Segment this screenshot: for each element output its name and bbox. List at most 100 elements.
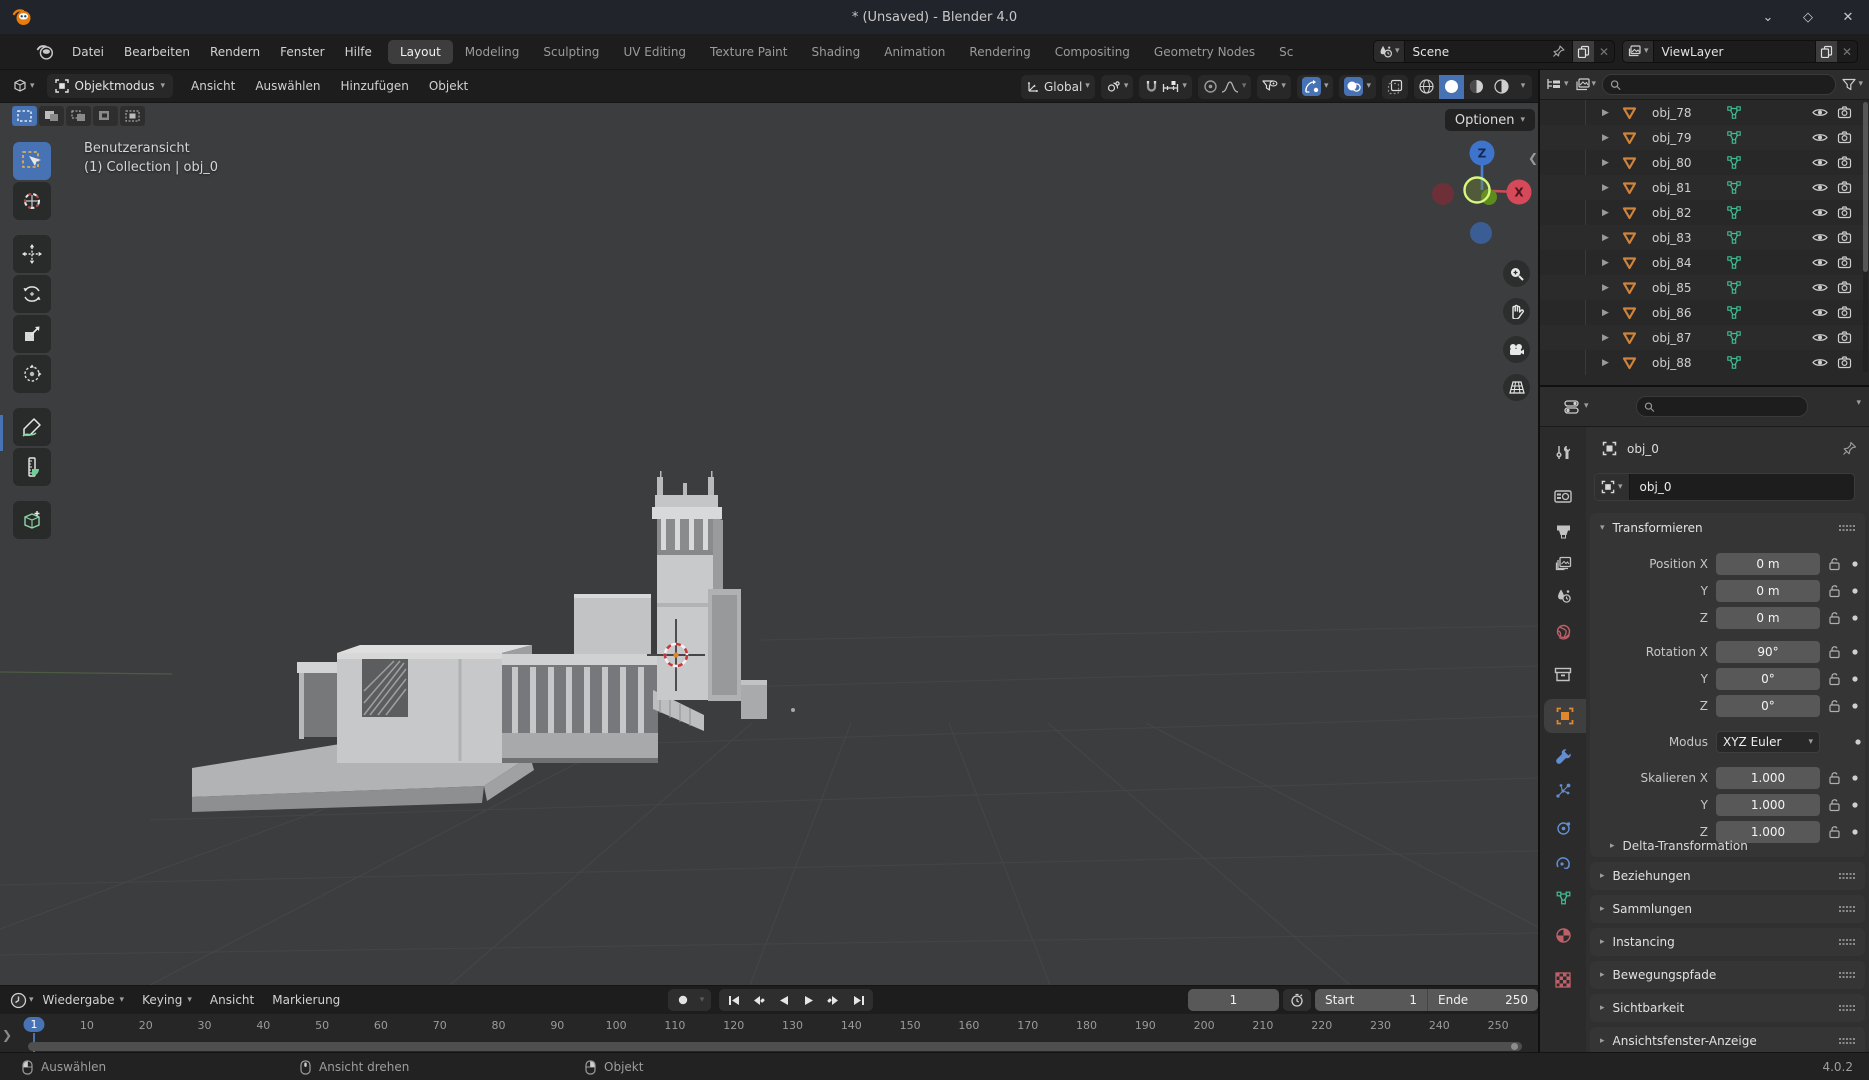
mesh-data-icon[interactable] <box>1726 180 1742 195</box>
viewlayer-copy-button[interactable] <box>1815 41 1837 62</box>
region-expand-arrow[interactable]: ❯ <box>2 1028 12 1042</box>
scene-icon[interactable]: ▾ <box>1374 41 1405 62</box>
expand-arrow-icon[interactable]: ▶ <box>1602 258 1609 268</box>
jump-to-start-button[interactable] <box>721 989 746 1011</box>
collapsed-panel[interactable]: ▸ Sichtbarkeit <box>1590 994 1865 1022</box>
expand-arrow-icon[interactable]: ▶ <box>1602 158 1609 168</box>
outliner-search-input[interactable] <box>1626 78 1828 92</box>
snapping-controls[interactable]: ▾ <box>1139 75 1192 99</box>
animate-dot-icon[interactable] <box>1851 675 1859 683</box>
object-visibility-dropdown[interactable]: ▾ <box>1257 75 1291 99</box>
unlock-icon[interactable] <box>1828 557 1841 571</box>
value-field[interactable]: 1.000 <box>1716 794 1820 816</box>
timeline-scrollbar[interactable] <box>28 1042 1522 1051</box>
frame-tick[interactable]: 170 <box>1017 1019 1038 1032</box>
object-name[interactable]: obj_78 <box>1652 106 1692 120</box>
hide-eye-icon[interactable] <box>1812 232 1828 243</box>
hide-eye-icon[interactable] <box>1812 307 1828 318</box>
expand-arrow-icon[interactable]: ▶ <box>1602 183 1609 193</box>
outliner-row[interactable]: ▶ obj_84 <box>1540 250 1869 275</box>
object-name[interactable]: obj_86 <box>1652 306 1692 320</box>
outliner-row[interactable]: ▶ obj_83 <box>1540 225 1869 250</box>
prev-keyframe-button[interactable] <box>746 989 771 1011</box>
object-name[interactable]: obj_83 <box>1652 231 1692 245</box>
properties-search-input[interactable] <box>1660 400 1800 414</box>
options-button[interactable]: Optionen▾ <box>1445 109 1535 131</box>
workspace-tab[interactable]: Geometry Nodes <box>1142 40 1267 64</box>
hide-eye-icon[interactable] <box>1812 257 1828 268</box>
mesh-data-icon[interactable] <box>1726 155 1742 170</box>
animate-dot-icon[interactable] <box>1851 560 1859 568</box>
workspace-tab[interactable]: UV Editing <box>611 40 698 64</box>
frame-tick[interactable]: 20 <box>139 1019 153 1032</box>
disable-render-camera-icon[interactable] <box>1837 231 1852 244</box>
mesh-data-icon[interactable] <box>1726 230 1742 245</box>
menubar-item[interactable]: Datei <box>62 40 114 64</box>
hide-eye-icon[interactable] <box>1812 132 1828 143</box>
transform-panel-header[interactable]: ▾ Transformieren <box>1590 513 1865 543</box>
tab-object-data[interactable] <box>1540 881 1586 915</box>
disable-render-camera-icon[interactable] <box>1837 331 1852 344</box>
tab-render[interactable] <box>1540 479 1586 513</box>
mesh-data-icon[interactable] <box>1726 280 1742 295</box>
perspective-toggle-button[interactable] <box>1503 374 1530 401</box>
tab-world[interactable] <box>1540 614 1586 648</box>
tab-output[interactable] <box>1540 515 1586 549</box>
current-frame-indicator[interactable]: 1 <box>24 1017 45 1032</box>
delta-transform-subpanel[interactable]: ▸ Delta-Transformation <box>1610 835 1748 857</box>
blender-app-menu-icon[interactable] <box>32 39 58 65</box>
animate-dot-icon[interactable] <box>1851 828 1859 836</box>
jump-to-end-button[interactable] <box>846 989 871 1011</box>
expand-arrow-icon[interactable]: ▶ <box>1602 108 1609 118</box>
panel-grip-icon[interactable] <box>1839 906 1855 913</box>
transform-orientation-dropdown[interactable]: Global ▾ <box>1021 75 1095 99</box>
camera-view-button[interactable] <box>1503 336 1530 363</box>
workspace-tab[interactable]: Rendering <box>957 40 1042 64</box>
next-keyframe-button[interactable] <box>821 989 846 1011</box>
shading-rendered-button[interactable] <box>1489 75 1514 99</box>
disable-render-camera-icon[interactable] <box>1837 106 1852 119</box>
object-name[interactable]: obj_84 <box>1652 256 1692 270</box>
tab-scene[interactable] <box>1540 579 1586 613</box>
frame-tick[interactable]: 120 <box>723 1019 744 1032</box>
collapsed-panel[interactable]: ▸ Instancing <box>1590 928 1865 956</box>
outliner-row[interactable]: ▶ obj_80 <box>1540 150 1869 175</box>
disable-render-camera-icon[interactable] <box>1837 181 1852 194</box>
zoom-button[interactable] <box>1503 260 1530 287</box>
properties-editor-dropdown[interactable]: ▾ <box>1564 399 1589 415</box>
marker-menu[interactable]: Markierung <box>263 993 349 1007</box>
mesh-data-icon[interactable] <box>1726 330 1742 345</box>
tab-texture[interactable] <box>1540 963 1586 997</box>
start-frame-field[interactable]: Start1 <box>1315 989 1428 1011</box>
frame-tick[interactable]: 210 <box>1252 1019 1273 1032</box>
scene-unlink-icon[interactable]: ✕ <box>1594 41 1614 62</box>
object-name[interactable]: obj_80 <box>1652 156 1692 170</box>
unlock-icon[interactable] <box>1828 672 1841 686</box>
select-mode-extend-button[interactable] <box>39 106 64 126</box>
disable-render-camera-icon[interactable] <box>1837 156 1852 169</box>
shading-material-button[interactable] <box>1464 75 1489 99</box>
object-name-field[interactable]: ▾ obj_0 <box>1594 473 1855 501</box>
workspace-tab[interactable]: Layout <box>388 40 453 64</box>
value-field[interactable]: 90° <box>1716 641 1820 663</box>
navigation-gizmo[interactable]: Z X <box>1427 136 1538 252</box>
transform-tool[interactable] <box>13 355 51 393</box>
menubar-item[interactable]: Rendern <box>200 40 270 64</box>
value-field[interactable]: 0° <box>1716 695 1820 717</box>
region-collapse-arrow[interactable]: ❮ <box>1528 151 1538 165</box>
outliner-display-mode-dropdown[interactable]: ▾ <box>1546 78 1569 92</box>
hide-eye-icon[interactable] <box>1812 182 1828 193</box>
unlock-icon[interactable] <box>1828 611 1841 625</box>
animate-dot-icon[interactable] <box>1851 614 1859 622</box>
play-button[interactable] <box>796 989 821 1011</box>
current-frame-field[interactable]: 1 <box>1188 989 1279 1011</box>
mesh-data-icon[interactable] <box>1726 205 1742 220</box>
maximize-button[interactable]: ◇ <box>1795 4 1821 30</box>
minimize-button[interactable]: ⌄ <box>1755 4 1781 30</box>
frame-tick[interactable]: 130 <box>782 1019 803 1032</box>
end-frame-field[interactable]: Ende250 <box>1428 989 1538 1011</box>
frame-tick[interactable]: 190 <box>1135 1019 1156 1032</box>
frame-tick[interactable]: 110 <box>664 1019 685 1032</box>
hide-eye-icon[interactable] <box>1812 157 1828 168</box>
select-mode-new-button[interactable] <box>12 106 37 126</box>
